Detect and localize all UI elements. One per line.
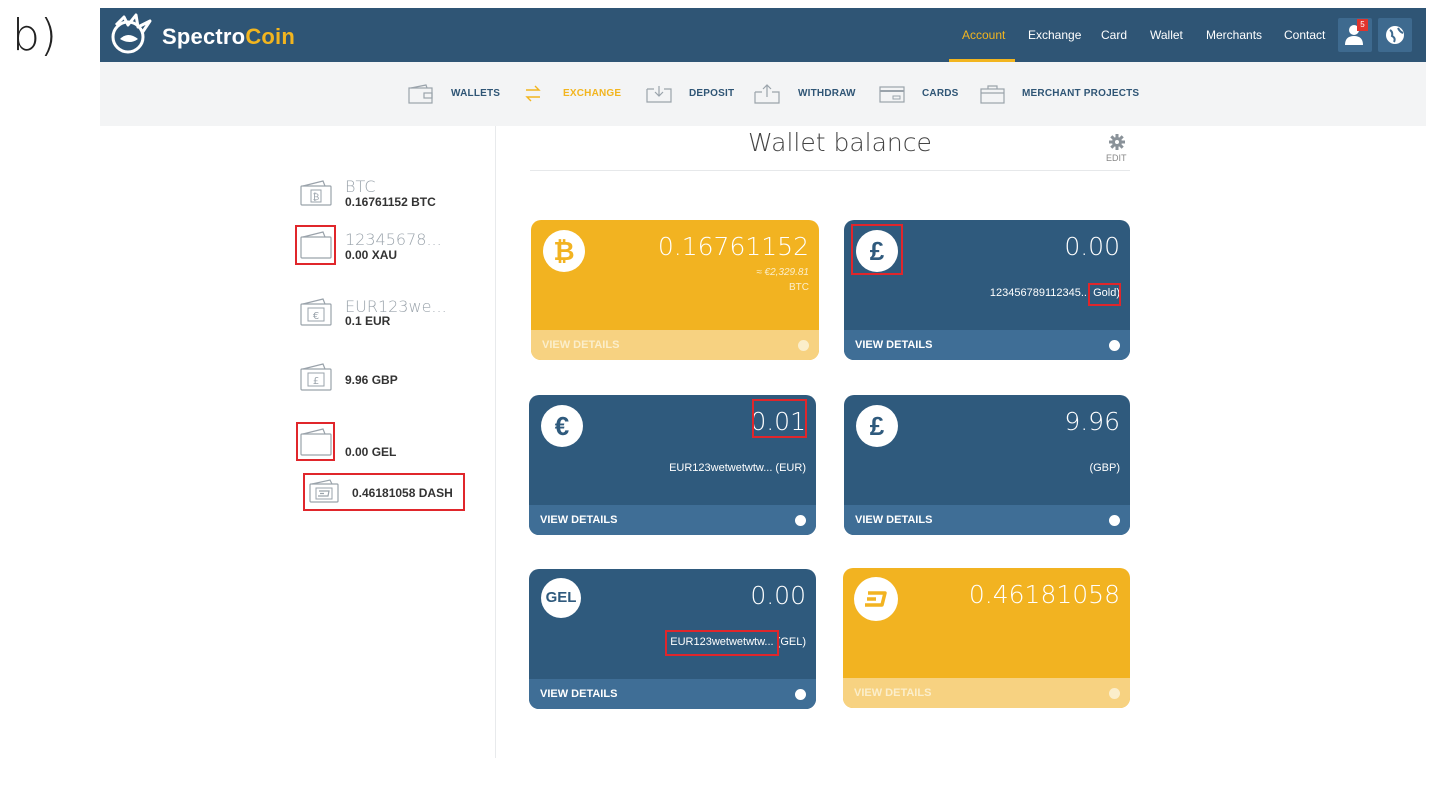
card-currency: (GBP) — [1089, 462, 1120, 474]
view-details-label: VIEW DETAILS — [540, 514, 618, 526]
view-details-label: VIEW DETAILS — [855, 339, 933, 351]
sub-navbar: WALLETS EXCHANGE DEPOSIT WITHDRAW CARDS … — [100, 62, 1426, 126]
card-balance: 0.00 — [750, 581, 806, 610]
arrow-right-icon — [1109, 515, 1120, 526]
title-rule — [530, 170, 1130, 171]
highlight-box — [296, 422, 335, 461]
dash-icon — [854, 577, 898, 621]
brand-part-1: Spectro — [162, 24, 246, 49]
merchant-projects-icon — [980, 85, 1005, 104]
subnav-withdraw[interactable]: WITHDRAW — [798, 88, 856, 99]
wallets-icon — [408, 84, 433, 104]
highlight-box — [1088, 283, 1121, 306]
brand-part-2: Coin — [245, 24, 295, 49]
wallet-card-dash[interactable]: 0.46181058 VIEW DETAILS — [843, 568, 1130, 708]
sidebar-wallet-name: BTC — [345, 177, 376, 196]
brand-name[interactable]: SpectroCoin — [162, 24, 295, 50]
exchange-icon — [525, 85, 541, 102]
top-navbar: SpectroCoin Account Exchange Card Wallet… — [100, 8, 1426, 62]
sidebar-divider — [495, 126, 496, 758]
notification-badge: 5 — [1357, 19, 1368, 31]
card-balance: 9.96 — [1064, 407, 1120, 436]
wallet-btc-icon: ₿ — [300, 180, 332, 206]
sidebar-wallet-amount: 0.00 GEL — [345, 445, 397, 459]
arrow-right-icon — [795, 689, 806, 700]
highlight-box — [295, 225, 336, 265]
card-fiat-estimate: ≈ €2,329.81 — [756, 267, 809, 278]
subnav-exchange[interactable]: EXCHANGE — [563, 88, 621, 99]
gel-icon: GEL — [541, 578, 581, 618]
view-details-bar[interactable]: VIEW DETAILS — [531, 330, 819, 360]
nav-account[interactable]: Account — [962, 8, 1005, 62]
svg-text:£: £ — [313, 376, 319, 387]
svg-text:€: € — [313, 311, 319, 322]
deposit-icon — [646, 86, 672, 103]
nav-wallet[interactable]: Wallet — [1150, 8, 1183, 62]
globe-icon — [1386, 26, 1404, 44]
edit-label[interactable]: EDIT — [1106, 153, 1127, 163]
nav-contact[interactable]: Contact — [1284, 8, 1325, 62]
arrow-right-icon — [795, 515, 806, 526]
wallet-eur-icon: € — [300, 298, 332, 326]
sidebar-wallet-amount: 0.00 XAU — [345, 248, 398, 262]
panel-label: b) — [12, 10, 58, 61]
subnav-cards[interactable]: CARDS — [922, 88, 959, 99]
wallet-card-btc[interactable]: ₿ 0.16761152 ≈ €2,329.81 BTC VIEW DETAIL… — [531, 220, 819, 360]
wallet-card-gbp[interactable]: £ 9.96 (GBP) VIEW DETAILS — [844, 395, 1130, 535]
view-details-bar[interactable]: VIEW DETAILS — [844, 505, 1130, 535]
arrow-right-icon — [1109, 340, 1120, 351]
sidebar-wallet-amount: 9.96 GBP — [345, 373, 398, 387]
sidebar-wallet-amount: 0.1 EUR — [345, 314, 391, 328]
gear-icon[interactable] — [1108, 133, 1126, 151]
nav-card[interactable]: Card — [1101, 8, 1127, 62]
highlight-box — [665, 630, 779, 656]
sidebar-wallet-amount: 0.16761152 BTC — [345, 195, 436, 209]
subnav-merchant-projects[interactable]: MERCHANT PROJECTS — [1022, 88, 1139, 99]
svg-text:₿: ₿ — [313, 192, 320, 203]
subnav-wallets[interactable]: WALLETS — [451, 88, 500, 99]
spectrocoin-logo-icon[interactable] — [106, 11, 154, 59]
view-details-bar[interactable]: VIEW DETAILS — [843, 678, 1130, 708]
card-balance: 0.00 — [1064, 232, 1120, 261]
view-details-bar[interactable]: VIEW DETAILS — [529, 679, 816, 709]
nav-merchants[interactable]: Merchants — [1206, 8, 1262, 62]
view-details-bar[interactable]: VIEW DETAILS — [529, 505, 816, 535]
arrow-right-icon — [798, 340, 809, 351]
page-title: Wallet balance — [748, 128, 932, 157]
euro-icon: € — [541, 405, 583, 447]
highlight-box — [303, 473, 465, 511]
view-details-label: VIEW DETAILS — [854, 687, 932, 699]
view-details-label: VIEW DETAILS — [542, 339, 620, 351]
view-details-label: VIEW DETAILS — [540, 688, 618, 700]
subnav-deposit[interactable]: DEPOSIT — [689, 88, 734, 99]
withdraw-icon — [754, 84, 780, 104]
pound-icon: £ — [856, 405, 898, 447]
card-balance: 0.46181058 — [968, 580, 1120, 609]
arrow-right-icon — [1109, 688, 1120, 699]
wallet-gbp-icon: £ — [300, 363, 332, 391]
card-currency: BTC — [789, 282, 809, 293]
language-button[interactable] — [1378, 18, 1412, 52]
sidebar-wallet-name: 12345678... — [345, 230, 442, 249]
cards-icon — [879, 86, 905, 103]
nav-exchange[interactable]: Exchange — [1028, 8, 1081, 62]
highlight-box — [752, 399, 807, 438]
view-details-bar[interactable]: VIEW DETAILS — [844, 330, 1130, 360]
highlight-box — [851, 224, 903, 275]
view-details-label: VIEW DETAILS — [855, 514, 933, 526]
card-wallet-name: EUR123wetwetwtw... (EUR) — [669, 462, 806, 474]
dash-logo-icon — [865, 591, 887, 607]
card-balance: 0.16761152 — [657, 232, 809, 261]
bitcoin-icon: ₿ — [543, 230, 585, 272]
